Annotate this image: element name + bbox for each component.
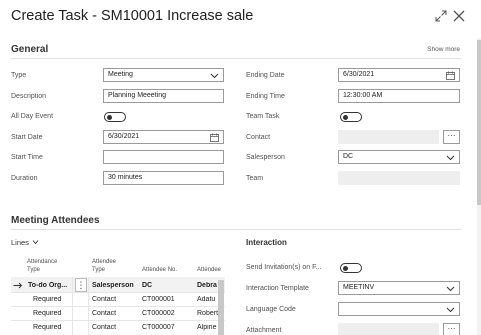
row-divider (11, 320, 225, 321)
type-label: Type (11, 72, 27, 79)
attendee-name-cell[interactable]: Robert (197, 310, 218, 317)
salesperson-label: Salesperson (246, 154, 285, 161)
all-day-event-toggle[interactable] (104, 112, 126, 122)
ending-date-value: 6/30/2021 (343, 71, 375, 78)
row-actions-button[interactable]: ⋮ (75, 278, 87, 292)
attendance-type-header-line2: Type (27, 266, 41, 273)
attendee-no-cell[interactable]: CT000002 (142, 310, 175, 317)
interaction-title: Interaction (246, 238, 287, 247)
attachment-lookup-button[interactable]: ··· (443, 323, 460, 335)
ending-date-input[interactable]: 6/30/2021 (338, 68, 460, 82)
duration-value: 30 minutes (108, 174, 143, 181)
duration-label: Duration (11, 175, 38, 182)
attendee-type-header-line1: Attendee (92, 259, 117, 265)
row-arrow-icon (13, 282, 23, 289)
attendance-type-header-line1: Attendance (27, 259, 58, 265)
expand-icon[interactable] (434, 9, 448, 23)
team-task-toggle[interactable] (340, 112, 362, 122)
duration-input[interactable]: 30 minutes (103, 171, 224, 185)
chevron-down-icon (32, 240, 39, 245)
ending-date-label: Ending Date (246, 72, 285, 79)
ending-time-input[interactable]: 12:30:00 AM (338, 89, 460, 103)
type-select[interactable]: Meeting (103, 68, 224, 82)
meeting-attendees-section-title[interactable]: Meeting Attendees (11, 215, 100, 226)
attendee-type-cell[interactable]: Salesperson (92, 282, 134, 289)
all-day-event-label: All Day Event (11, 113, 54, 120)
show-more-link[interactable]: Show more (427, 46, 460, 53)
page-scrollbar-thumb[interactable] (477, 40, 481, 205)
interaction-template-label: Interaction Template (246, 285, 309, 292)
send-invitations-toggle[interactable] (340, 263, 362, 273)
salesperson-select[interactable]: DC (338, 150, 460, 164)
attendee-name-cell[interactable]: Adatu (197, 296, 218, 303)
attendee-type-header[interactable]: Attendee Type (92, 259, 116, 274)
chevron-down-icon (210, 73, 219, 79)
dialog-title: Create Task - SM10001 Increase sale (11, 8, 254, 24)
start-time-label: Start Time (11, 154, 43, 161)
start-date-label: Start Date (11, 134, 43, 141)
attachment-field[interactable] (338, 323, 439, 335)
attendee-no-cell[interactable]: CT000007 (142, 324, 175, 331)
description-input[interactable]: Planning Meeeting (103, 89, 224, 103)
contact-lookup-button[interactable]: ··· (443, 130, 460, 144)
description-value: Planning Meeeting (108, 92, 166, 99)
salesperson-value: DC (343, 153, 354, 160)
attendee-type-cell[interactable]: Contact (92, 310, 116, 317)
attendee-type-cell[interactable]: Contact (92, 296, 116, 303)
general-divider (11, 58, 461, 59)
attendee-type-cell[interactable]: Contact (92, 324, 116, 331)
contact-field[interactable] (338, 130, 439, 144)
language-code-select[interactable] (338, 302, 460, 316)
chevron-down-icon (446, 307, 455, 313)
attendee-no-cell[interactable]: CT000001 (142, 296, 175, 303)
description-label: Description (11, 93, 47, 100)
type-value: Meeting (108, 71, 133, 78)
start-date-value: 6/30/2021 (108, 133, 140, 140)
lines-menu[interactable]: Lines (11, 238, 39, 247)
interaction-template-value: MEETINV (343, 284, 375, 291)
attendance-type-header[interactable]: Attendance Type (27, 259, 57, 274)
attendee-name-header[interactable]: Attendee (197, 267, 221, 275)
attendee-name-cell[interactable]: Debra (197, 282, 218, 289)
grid-scrollbar[interactable] (218, 280, 224, 335)
attendee-no-cell[interactable]: DC (142, 282, 152, 289)
attendance-type-cell[interactable]: To-do Org... (28, 282, 72, 289)
chevron-down-icon (446, 155, 455, 161)
attachment-label: Attachment (246, 327, 282, 334)
team-field (338, 171, 460, 185)
attendee-no-header[interactable]: Attendee No. (142, 267, 177, 275)
team-label: Team (246, 175, 264, 182)
ending-time-label: Ending Time (246, 93, 285, 100)
close-icon[interactable] (452, 9, 466, 23)
attendance-type-cell[interactable]: Required (33, 324, 61, 331)
ending-time-value: 12:30:00 AM (343, 92, 383, 99)
row-divider (11, 306, 225, 307)
attendance-type-cell[interactable]: Required (33, 296, 61, 303)
contact-label: Contact (246, 134, 271, 141)
calendar-icon[interactable] (210, 133, 219, 142)
start-time-input[interactable] (103, 150, 224, 164)
attendance-type-cell[interactable]: Required (33, 310, 61, 317)
interaction-template-select[interactable]: MEETINV (338, 281, 460, 295)
attendee-name-cell[interactable]: Alpine (197, 324, 218, 331)
language-code-label: Language Code (246, 306, 296, 313)
row-divider (11, 292, 225, 293)
send-invitations-label: Send Invitation(s) on F... (246, 264, 322, 271)
calendar-icon[interactable] (446, 71, 455, 80)
attendees-divider (11, 229, 461, 230)
lines-label: Lines (11, 238, 29, 247)
start-date-input[interactable]: 6/30/2021 (103, 130, 224, 144)
dialog-header: Create Task - SM10001 Increase sale (0, 0, 481, 36)
chevron-down-icon (446, 286, 455, 292)
team-task-label: Team Task (246, 113, 280, 120)
general-section-title[interactable]: General (11, 44, 48, 55)
attendee-type-header-line2: Type (92, 266, 106, 273)
